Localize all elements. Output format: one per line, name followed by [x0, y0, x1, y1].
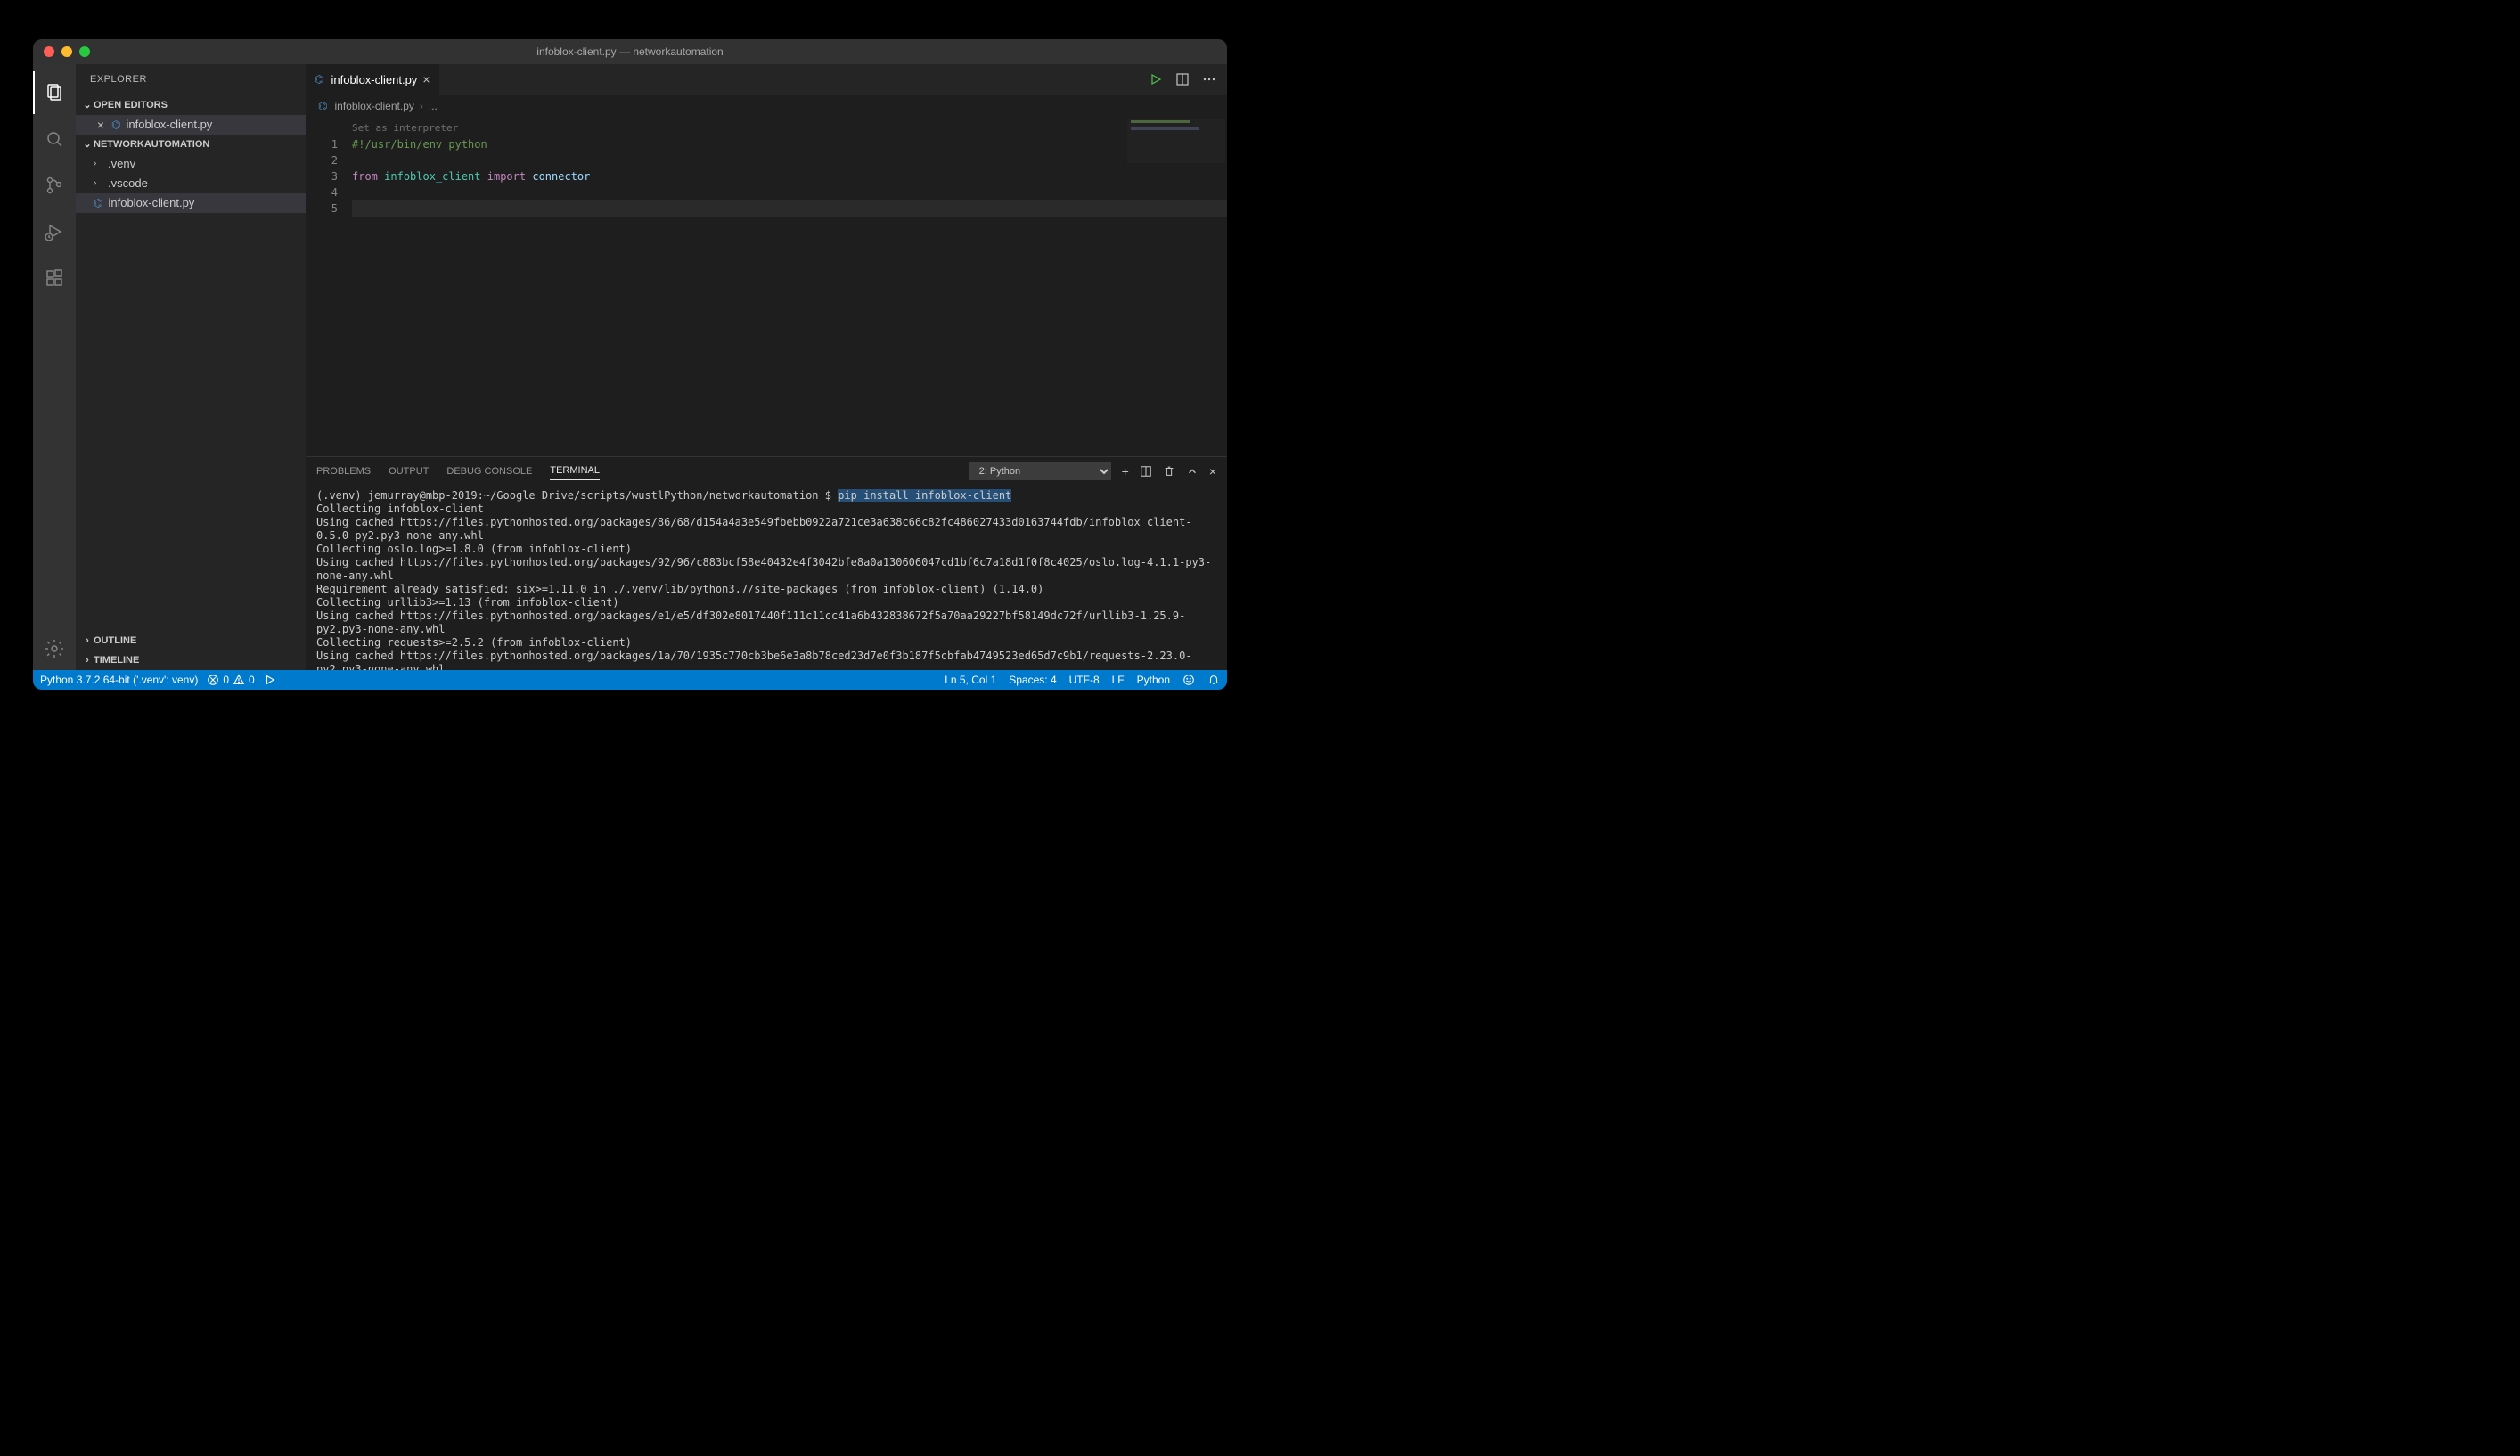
close-window-button[interactable] [44, 46, 54, 57]
python-file-icon: ⌬ [94, 197, 102, 209]
chevron-right-icon: › [94, 159, 104, 168]
python-file-icon: ⌬ [318, 100, 327, 112]
status-notifications-icon[interactable] [1207, 674, 1220, 686]
timeline-header[interactable]: › TIMELINE [76, 650, 306, 670]
kill-terminal-icon[interactable] [1163, 465, 1175, 478]
panel-tab-terminal[interactable]: TERMINAL [550, 465, 600, 480]
new-terminal-icon[interactable]: + [1122, 464, 1129, 479]
editor-area: ⌬ infoblox-client.py × ⌬ [306, 64, 1227, 670]
breadcrumb[interactable]: ⌬ infoblox-client.py › ... [306, 95, 1227, 117]
status-bar: Python 3.7.2 64-bit ('.venv': venv) 0 0 … [33, 670, 1227, 690]
activity-settings-icon[interactable] [33, 627, 76, 670]
tab-infoblox-client[interactable]: ⌬ infoblox-client.py × [306, 64, 440, 95]
chevron-right-icon: › [81, 655, 94, 666]
close-editor-icon[interactable]: × [94, 118, 108, 132]
folder-venv[interactable]: › .venv [76, 154, 306, 174]
file-infoblox-client[interactable]: ⌬ infoblox-client.py [76, 193, 306, 213]
status-indentation[interactable]: Spaces: 4 [1009, 674, 1056, 686]
titlebar: infoblox-client.py — networkautomation [33, 39, 1227, 64]
chevron-down-icon: ⌄ [81, 99, 94, 110]
editor-tabs: ⌬ infoblox-client.py × [306, 64, 1227, 95]
activity-source-control-icon[interactable] [33, 164, 76, 207]
status-ln-col[interactable]: Ln 5, Col 1 [945, 674, 996, 686]
python-file-icon: ⌬ [315, 73, 323, 86]
vscode-window: infoblox-client.py — networkautomation [33, 39, 1227, 690]
run-file-icon[interactable] [1149, 72, 1163, 86]
status-eol[interactable]: LF [1112, 674, 1125, 686]
workspace-header[interactable]: ⌄ NETWORKAUTOMATION [76, 135, 306, 154]
chevron-right-icon: › [81, 635, 94, 646]
terminal-output[interactable]: (.venv) jemurray@mbp-2019:~/Google Drive… [306, 486, 1227, 670]
status-feedback-icon[interactable] [1182, 674, 1195, 686]
open-editor-item[interactable]: × ⌬ infoblox-client.py [76, 115, 306, 135]
activity-run-debug-icon[interactable] [33, 210, 76, 253]
activity-explorer-icon[interactable] [33, 71, 76, 114]
status-problems[interactable]: 0 0 [207, 674, 254, 686]
split-editor-icon[interactable] [1175, 72, 1190, 86]
traffic-lights [33, 46, 90, 57]
explorer-title: EXPLORER [76, 64, 306, 95]
maximize-panel-icon[interactable] [1186, 465, 1199, 478]
chevron-right-icon: › [420, 100, 423, 112]
panel-tab-debug-console[interactable]: DEBUG CONSOLE [446, 466, 532, 477]
bottom-panel: PROBLEMS OUTPUT DEBUG CONSOLE TERMINAL 2… [306, 456, 1227, 670]
terminal-selector[interactable]: 2: Python [969, 462, 1111, 480]
panel-tabs: PROBLEMS OUTPUT DEBUG CONSOLE TERMINAL 2… [306, 457, 1227, 486]
activity-search-icon[interactable] [33, 118, 76, 160]
split-terminal-icon[interactable] [1140, 465, 1152, 478]
open-editors-header[interactable]: ⌄ OPEN EDITORS [76, 95, 306, 115]
code-content[interactable]: Set as interpreter#!/usr/bin/env pythonf… [352, 117, 1227, 456]
folder-vscode[interactable]: › .vscode [76, 174, 306, 193]
panel-tab-output[interactable]: OUTPUT [389, 466, 429, 477]
explorer-sidebar: EXPLORER ⌄ OPEN EDITORS × ⌬ infoblox-cli… [76, 64, 306, 670]
activity-extensions-icon[interactable] [33, 257, 76, 299]
code-editor[interactable]: 12345 Set as interpreter#!/usr/bin/env p… [306, 117, 1227, 456]
window-title: infoblox-client.py — networkautomation [536, 45, 723, 58]
status-run-icon[interactable] [264, 674, 276, 686]
panel-tab-problems[interactable]: PROBLEMS [316, 466, 371, 477]
minimap[interactable] [1127, 119, 1225, 163]
python-file-icon: ⌬ [111, 119, 120, 131]
minimize-window-button[interactable] [61, 46, 72, 57]
outline-header[interactable]: › OUTLINE [76, 631, 306, 650]
chevron-right-icon: › [94, 178, 104, 188]
close-tab-icon[interactable]: × [422, 72, 430, 86]
close-panel-icon[interactable]: × [1209, 464, 1216, 479]
activity-bar [33, 64, 76, 670]
status-language[interactable]: Python [1137, 674, 1170, 686]
line-number-gutter: 12345 [306, 117, 352, 456]
chevron-down-icon: ⌄ [81, 138, 94, 150]
status-python-interpreter[interactable]: Python 3.7.2 64-bit ('.venv': venv) [40, 674, 198, 686]
more-actions-icon[interactable] [1202, 72, 1216, 86]
status-encoding[interactable]: UTF-8 [1069, 674, 1100, 686]
maximize-window-button[interactable] [79, 46, 90, 57]
